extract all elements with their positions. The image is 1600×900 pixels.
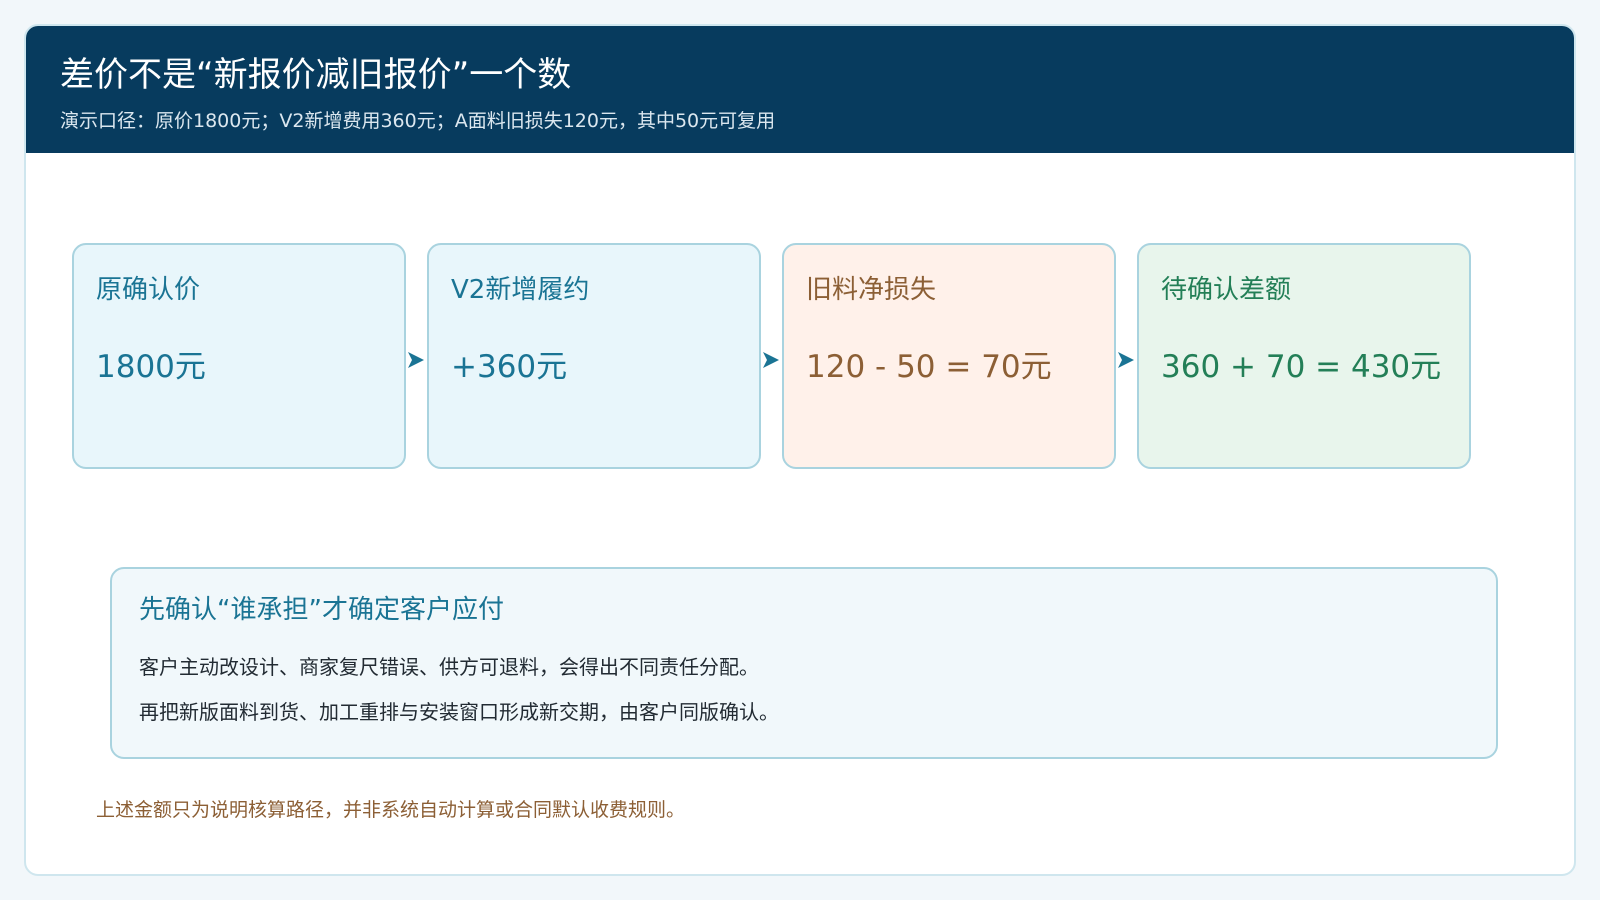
page-subtitle: 演示口径：原价1800元；V2新增费用360元；A面料旧损失120元，其中50元… <box>60 110 776 132</box>
arrow-right-icon <box>1118 352 1134 368</box>
step-label: 待确认差额 <box>1161 275 1292 305</box>
step-original-price: 原确认价 1800元 <box>72 243 406 469</box>
step-value: 360 + 70 = 430元 <box>1161 349 1442 385</box>
footer-disclaimer: 上述金额只为说明核算路径，并非系统自动计算或合同默认收费规则。 <box>96 799 686 821</box>
step-label: 旧料净损失 <box>806 275 937 305</box>
arrow-right-icon <box>408 352 424 368</box>
arrow-right-icon <box>763 352 779 368</box>
step-pending-difference: 待确认差额 360 + 70 = 430元 <box>1137 243 1471 469</box>
main-card: 差价不是“新报价减旧报价”一个数 演示口径：原价1800元；V2新增费用360元… <box>24 24 1576 876</box>
step-value: 1800元 <box>96 349 206 385</box>
step-value: +360元 <box>451 349 568 385</box>
step-label: 原确认价 <box>96 275 201 305</box>
note-title: 先确认“谁承担”才确定客户应付 <box>139 595 504 625</box>
note-line: 再把新版面料到货、加工重排与安装窗口形成新交期，由客户同版确认。 <box>139 700 779 724</box>
header-banner: 差价不是“新报价减旧报价”一个数 演示口径：原价1800元；V2新增费用360元… <box>26 26 1574 153</box>
note-line: 客户主动改设计、商家复尺错误、供方可退料，会得出不同责任分配。 <box>139 655 759 679</box>
step-old-material-net-loss: 旧料净损失 120 - 50 = 70元 <box>782 243 1116 469</box>
step-value: 120 - 50 = 70元 <box>806 349 1052 385</box>
page-title: 差价不是“新报价减旧报价”一个数 <box>60 55 572 95</box>
responsibility-note: 先确认“谁承担”才确定客户应付 客户主动改设计、商家复尺错误、供方可退料，会得出… <box>110 567 1498 759</box>
step-v2-added-fulfillment: V2新增履约 +360元 <box>427 243 761 469</box>
step-label: V2新增履约 <box>451 275 590 305</box>
